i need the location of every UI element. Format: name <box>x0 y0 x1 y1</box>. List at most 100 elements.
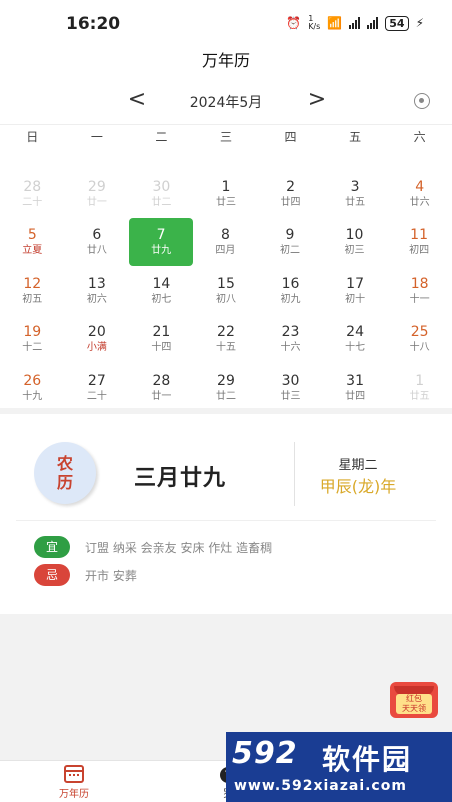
watermark-logo: 592 软件园 www.592xiazai.com <box>226 732 452 802</box>
day-number: 15 <box>217 275 235 292</box>
calendar-day[interactable]: 9 初二 <box>258 218 323 266</box>
lunar-day: 十九 <box>22 390 43 402</box>
calendar-day[interactable]: 1 廿五 <box>387 364 452 412</box>
day-number: 30 <box>281 372 300 389</box>
next-month-button[interactable]: > <box>302 86 332 116</box>
calendar-day[interactable]: 19 十二 <box>0 315 65 363</box>
yi-tag: 宜 <box>34 536 70 558</box>
calendar-day[interactable]: 31 廿四 <box>323 364 388 412</box>
calendar-day[interactable]: 4 廿六 <box>387 170 452 218</box>
lunar-day: 廿九 <box>151 245 172 257</box>
calendar-day[interactable]: 27 二十 <box>65 364 130 412</box>
ji-tag: 忌 <box>34 564 70 586</box>
calendar-icon <box>64 765 84 783</box>
day-number: 13 <box>87 275 106 292</box>
tab-calendar[interactable]: 万年历 <box>54 765 94 800</box>
calendar-day[interactable]: 28 二十 <box>0 170 65 218</box>
lunar-day: 初十 <box>345 293 366 305</box>
day-number: 29 <box>87 179 106 195</box>
lunar-day: 初九 <box>280 293 301 305</box>
calendar-day[interactable]: 16 初九 <box>258 267 323 315</box>
calendar-card: < 2024年5月 > 日 一 二 三 四 五 六 28 二十 29 廿一 30 廿二 1 廿… <box>0 80 452 408</box>
day-number: 8 <box>220 227 230 244</box>
calendar-day[interactable]: 29 廿二 <box>194 364 259 412</box>
day-number: 17 <box>346 275 364 292</box>
calendar-day[interactable]: 29 廿一 <box>65 170 130 218</box>
calendar-day[interactable]: 8 四月 <box>193 218 258 266</box>
day-number: 23 <box>281 324 300 341</box>
lunar-day: 廿五 <box>345 197 366 208</box>
day-number: 6 <box>92 227 102 244</box>
calendar-day[interactable]: 28 廿一 <box>129 364 194 412</box>
month-title[interactable]: 2024年5月 <box>160 92 292 112</box>
calendar-week-row: 28 二十 29 廿一 30 廿二 1 廿三 2 廿四 3 廿五 4 廿六 <box>0 170 452 218</box>
calendar-week-row: 12 初五 13 初六 14 初七 15 初八 16 初九 17 初十 18 十一 <box>0 267 452 315</box>
calendar-day[interactable]: 1 廿三 <box>194 170 259 218</box>
calendar-day[interactable]: 24 十七 <box>323 315 388 363</box>
weekday-label: 四 <box>284 130 297 144</box>
calendar-day-selected[interactable]: 7 廿九 <box>129 218 194 267</box>
lunar-day: 初四 <box>409 245 430 257</box>
chevron-left-icon: < <box>127 87 147 112</box>
calendar-day[interactable]: 23 十六 <box>258 315 323 363</box>
calendar-day[interactable]: 6 廿八 <box>65 218 130 266</box>
calendar-day[interactable]: 13 初六 <box>65 267 130 315</box>
red-packet-line: 红包 <box>406 694 422 703</box>
lunar-day: 十一 <box>409 293 430 305</box>
locate-today-icon[interactable] <box>414 93 430 109</box>
day-number: 9 <box>285 227 295 244</box>
calendar-day[interactable]: 14 初七 <box>129 267 194 315</box>
day-number: 25 <box>410 324 429 341</box>
lunar-day: 二十 <box>22 197 43 208</box>
calendar-day[interactable]: 18 十一 <box>387 267 452 315</box>
calendar-day[interactable]: 30 廿二 <box>129 170 194 218</box>
charging-icon: ⚡ <box>415 16 424 30</box>
lunar-day: 二十 <box>86 390 107 402</box>
lunar-day: 廿一 <box>86 197 107 208</box>
calendar-day[interactable]: 3 廿五 <box>323 170 388 218</box>
calendar-day[interactable]: 12 初五 <box>0 267 65 315</box>
calendar-day[interactable]: 20 小满 <box>65 315 130 363</box>
prev-month-button[interactable]: < <box>122 86 152 116</box>
weekday-label: 三 <box>219 130 232 144</box>
calendar-day[interactable]: 17 初十 <box>323 267 388 315</box>
day-number: 27 <box>87 372 106 389</box>
lunar-day: 廿四 <box>345 390 366 402</box>
app-header: 万年历 <box>0 46 452 80</box>
lunar-day: 廿四 <box>280 197 301 208</box>
lunar-day: 十二 <box>22 342 43 354</box>
tab-label: 万年历 <box>59 789 89 800</box>
day-number: 24 <box>346 324 364 341</box>
weekday-label: 一 <box>90 130 103 144</box>
calendar-day[interactable]: 21 十四 <box>129 315 194 363</box>
lunar-day: 初六 <box>86 293 107 305</box>
calendar-day[interactable]: 25 十八 <box>387 315 452 363</box>
lunar-day: 小满 <box>86 342 107 354</box>
red-packet-button[interactable]: 红包 天天领 <box>390 682 438 718</box>
day-number: 20 <box>87 324 106 341</box>
weekday-label: 五 <box>349 130 362 144</box>
calendar-day[interactable]: 15 初八 <box>194 267 259 315</box>
calendar-day[interactable]: 5 立夏 <box>0 218 65 266</box>
lunar-day: 十五 <box>215 342 236 354</box>
calendar-day[interactable]: 2 廿四 <box>258 170 323 218</box>
day-number: 22 <box>217 324 235 341</box>
lunar-day: 十六 <box>280 342 301 354</box>
calendar-day[interactable]: 10 初三 <box>322 218 387 266</box>
day-number: 14 <box>152 275 171 292</box>
day-number: 10 <box>345 227 364 244</box>
wifi-icon: 📶 <box>327 16 343 30</box>
day-number: 21 <box>152 324 171 341</box>
calendar-day[interactable]: 22 十五 <box>194 315 259 363</box>
day-number: 4 <box>415 179 425 195</box>
day-number: 26 <box>23 372 42 389</box>
calendar-day[interactable]: 26 十九 <box>0 364 65 412</box>
lunar-day: 四月 <box>215 245 236 257</box>
page-title: 万年历 <box>201 51 250 70</box>
day-number: 28 <box>23 179 42 195</box>
calendar-week-row: 26 十九 27 二十 28 廿一 29 廿二 30 廿三 31 廿四 1 廿五 <box>0 364 452 412</box>
day-number: 1 <box>415 372 425 389</box>
calendar-day[interactable]: 30 廿三 <box>258 364 323 412</box>
alarm-icon: ⏰ <box>286 16 302 30</box>
calendar-day[interactable]: 11 初四 <box>387 218 452 266</box>
